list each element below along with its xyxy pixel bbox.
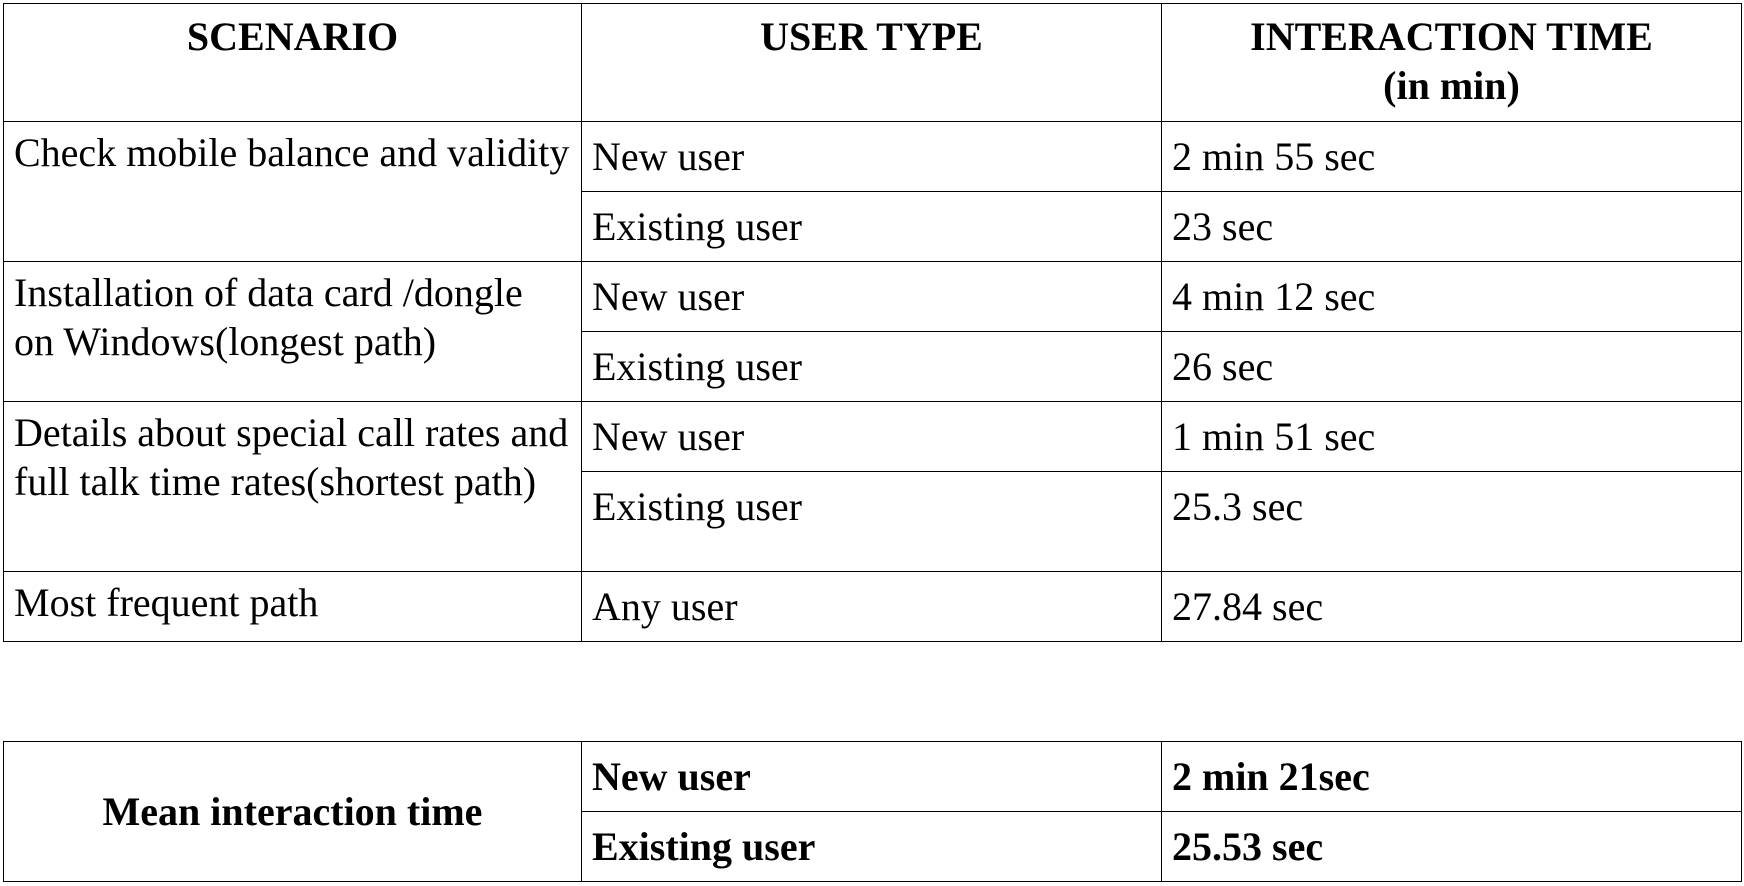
- table-row: Installation of data card /dongle on Win…: [3, 261, 1742, 402]
- header-interaction-time: INTERACTION TIME (in min): [1161, 3, 1742, 122]
- interaction-time-table: SCENARIO USER TYPE INTERACTION TIME (in …: [3, 3, 1742, 642]
- user-type-cell: Existing user: [581, 331, 1162, 402]
- user-type-cell: Existing user: [581, 471, 1162, 572]
- mean-interaction-time-table: Mean interaction time New user 2 min 21s…: [3, 741, 1742, 882]
- user-type-cell: Existing user: [581, 191, 1162, 262]
- time-cell: 25.53 sec: [1161, 811, 1742, 882]
- time-cell: 26 sec: [1161, 331, 1742, 402]
- scenario-cell: Details about special call rates and ful…: [3, 401, 582, 572]
- time-cell: 1 min 51 sec: [1161, 401, 1742, 472]
- user-type-cell: Any user: [581, 571, 1162, 642]
- scenario-cell: Most frequent path: [3, 571, 582, 642]
- mean-label-cell: Mean interaction time: [3, 741, 582, 882]
- header-scenario: SCENARIO: [3, 3, 582, 122]
- table-row: Mean interaction time New user 2 min 21s…: [3, 741, 1742, 882]
- scenario-cell: Check mobile balance and validity: [3, 121, 582, 262]
- user-type-cell: New user: [581, 741, 1162, 812]
- header-interaction-time-line2: (in min): [1383, 63, 1520, 108]
- user-type-cell: New user: [581, 401, 1162, 472]
- time-cell: 2 min 21sec: [1161, 741, 1742, 812]
- user-type-cell: Existing user: [581, 811, 1162, 882]
- user-type-cell: New user: [581, 121, 1162, 192]
- time-cell: 25.3 sec: [1161, 471, 1742, 572]
- time-cell: 23 sec: [1161, 191, 1742, 262]
- table-header-row: SCENARIO USER TYPE INTERACTION TIME (in …: [3, 3, 1742, 122]
- user-type-cell: New user: [581, 261, 1162, 332]
- header-interaction-time-line1: INTERACTION TIME: [1250, 14, 1653, 59]
- table-row: Details about special call rates and ful…: [3, 401, 1742, 572]
- time-cell: 2 min 55 sec: [1161, 121, 1742, 192]
- header-user-type: USER TYPE: [581, 3, 1162, 122]
- scenario-cell: Installation of data card /dongle on Win…: [3, 261, 582, 402]
- time-cell: 4 min 12 sec: [1161, 261, 1742, 332]
- table-row: Most frequent path Any user 27.84 sec: [3, 571, 1742, 642]
- time-cell: 27.84 sec: [1161, 571, 1742, 642]
- table-row: Check mobile balance and validity New us…: [3, 121, 1742, 262]
